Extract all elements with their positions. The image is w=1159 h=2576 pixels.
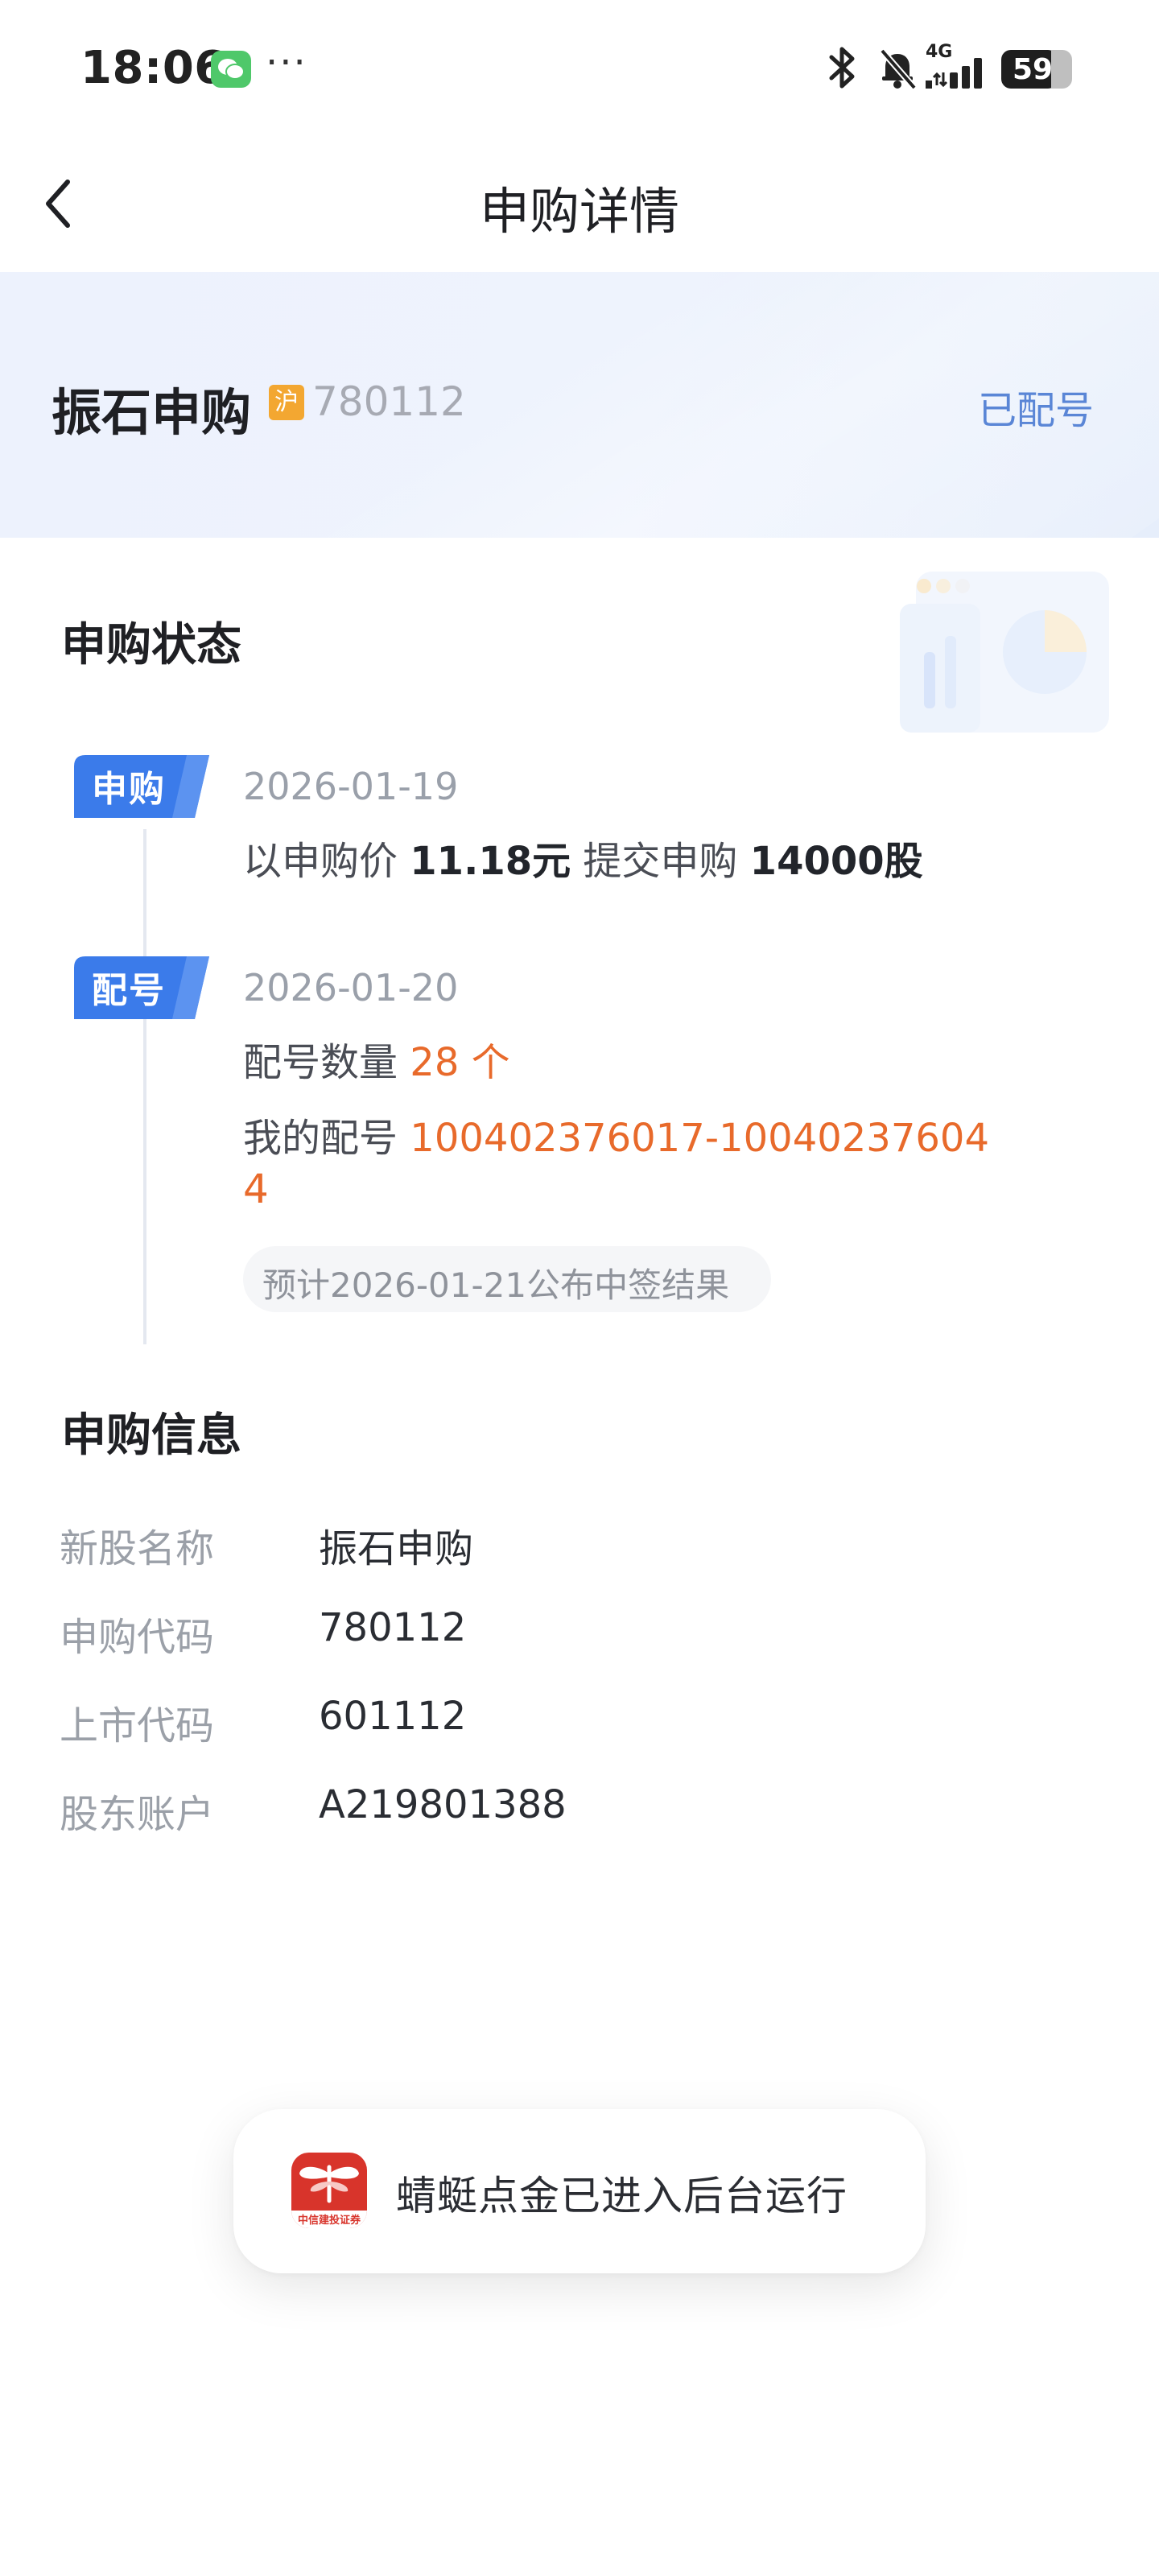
subscribe-price: 11.18元 — [410, 839, 571, 884]
step-tag-allotment: 配号 — [74, 956, 209, 1019]
my-number-label: 我的配号 — [243, 1116, 398, 1161]
info-label-name: 新股名称 — [60, 1526, 215, 1571]
info-value-name: 振石申购 — [319, 1526, 474, 1571]
toast-message: 蜻蜓点金已进入后台运行 — [396, 2173, 848, 2219]
step-date: 2026-01-19 — [243, 765, 459, 808]
page-title: 申购详情 — [479, 182, 679, 241]
result-hint-text: 预计2026-01-21公布中签结果 — [262, 1265, 730, 1305]
bluetooth-icon — [829, 47, 855, 89]
app-logo-caption: 中信建投证券 — [297, 2215, 361, 2227]
count-label: 配号数量 — [243, 1040, 398, 1085]
detail-prefix: 以申购价 — [243, 839, 398, 884]
status-time: 18:06 — [80, 42, 226, 94]
info-label-listing-code: 上市代码 — [60, 1703, 215, 1748]
my-number-value-continued: 4 — [243, 1166, 269, 1212]
step-date: 2026-01-20 — [243, 966, 459, 1009]
timeline-line — [143, 829, 146, 1344]
my-number-value: 100402376017-10040237604 — [410, 1116, 989, 1161]
mute-bell-icon — [879, 48, 918, 90]
app-logo-icon: 中信建投证券 — [291, 2153, 367, 2228]
count-value: 28 个 — [410, 1040, 510, 1085]
detail-middle: 提交申购 — [583, 839, 738, 884]
stock-name: 振石申购 — [52, 383, 252, 442]
info-label-account: 股东账户 — [60, 1792, 215, 1837]
info-label-subscribe-code: 申购代码 — [60, 1615, 215, 1660]
step-tag-label: 申购 — [92, 769, 166, 810]
step-tag-subscribe: 申购 — [74, 755, 209, 818]
chart-illustration-icon — [900, 572, 1109, 733]
info-value-account: A219801388 — [319, 1782, 567, 1827]
step-tag-label: 配号 — [92, 970, 166, 1011]
wechat-icon — [211, 51, 251, 88]
status-section-title: 申购状态 — [61, 619, 241, 671]
stock-code: 780112 — [312, 378, 466, 425]
subscribe-detail: 以申购价 11.18元 提交申购 14000股 — [243, 829, 923, 886]
subscribe-shares: 14000股 — [749, 839, 923, 884]
info-section-title: 申购信息 — [61, 1410, 241, 1462]
battery-level: 59 — [1012, 53, 1054, 86]
more-dots-icon: ··· — [266, 40, 307, 85]
allotment-count: 配号数量 28 个 — [243, 1030, 510, 1087]
allotment-status: 已配号 — [978, 388, 1095, 433]
info-value-subscribe-code: 780112 — [319, 1605, 467, 1650]
battery-icon: 59 — [1001, 50, 1074, 89]
info-value-listing-code: 601112 — [319, 1694, 467, 1739]
my-allotment-number: 我的配号 100402376017-10040237604 — [243, 1106, 989, 1162]
market-badge: 沪 — [269, 385, 304, 420]
signal-icon — [926, 58, 982, 89]
